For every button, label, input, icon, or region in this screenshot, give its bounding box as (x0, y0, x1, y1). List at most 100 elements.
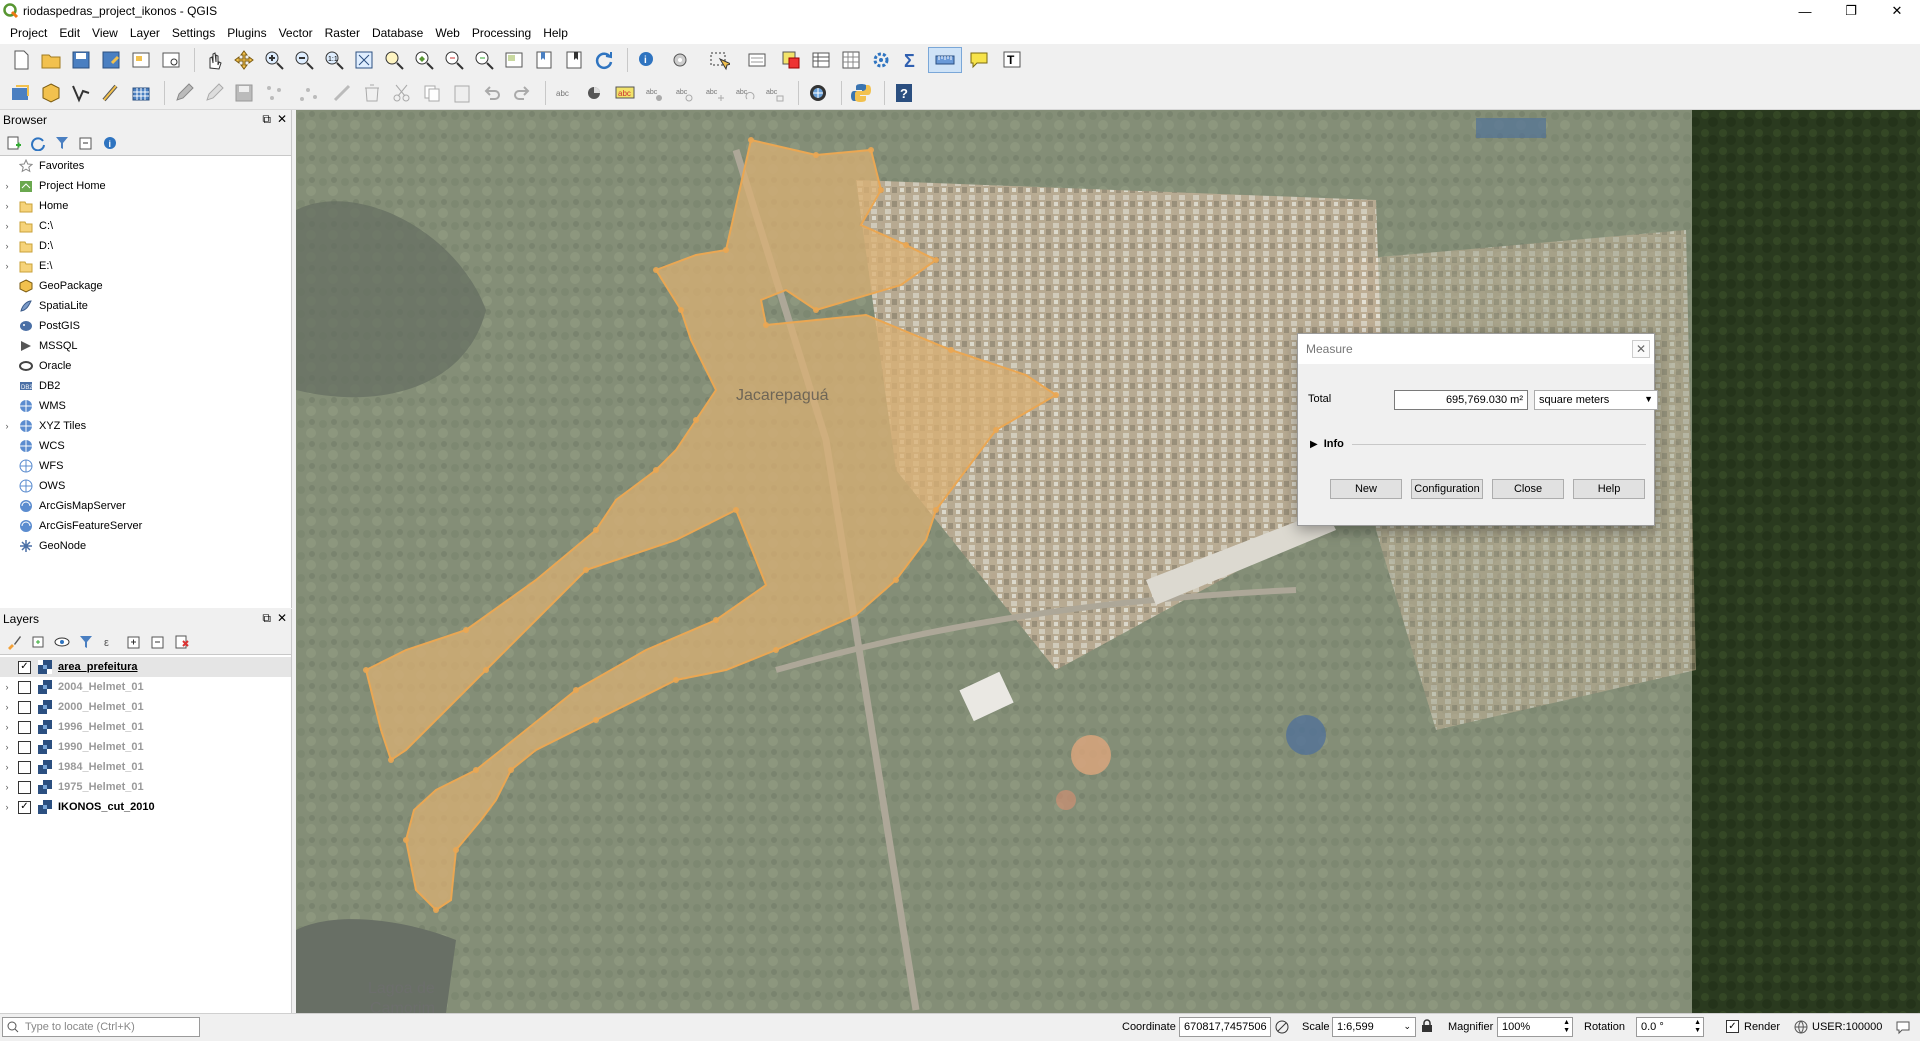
menu-edit[interactable]: Edit (53, 26, 86, 40)
redo-button[interactable] (509, 80, 535, 106)
browser-filter-button[interactable] (51, 132, 73, 154)
layer-item[interactable]: › 1984_Helmet_01 (0, 757, 291, 777)
layer-visibility-checkbox[interactable] (18, 740, 31, 754)
menu-web[interactable]: Web (429, 26, 465, 40)
expand-arrow-icon[interactable]: › (0, 682, 14, 692)
pin-label-button[interactable]: abc (642, 80, 668, 106)
maximize-button[interactable]: ❐ (1828, 0, 1874, 22)
text-annotation-button[interactable]: T (996, 47, 1030, 73)
expand-all-button[interactable] (123, 631, 145, 653)
save-as-button[interactable] (98, 47, 124, 73)
collapse-all-button[interactable] (75, 132, 97, 154)
open-project-button[interactable] (38, 47, 64, 73)
undock-icon[interactable]: ⧉ (262, 112, 271, 127)
expand-arrow-icon[interactable]: › (0, 261, 14, 271)
close-window-button[interactable]: ✕ (1874, 0, 1920, 22)
new-print-layout-button[interactable] (128, 47, 154, 73)
toggle-editing-button[interactable] (201, 80, 227, 106)
lock-icon[interactable] (1421, 1019, 1433, 1036)
measure-area-button[interactable] (928, 47, 962, 73)
cut-features-button[interactable] (389, 80, 415, 106)
select-features-button[interactable] (702, 47, 736, 73)
highlight-label-button[interactable]: abc (612, 80, 638, 106)
menu-layer[interactable]: Layer (124, 26, 166, 40)
layer-item[interactable]: ✓ area_prefeitura (0, 657, 291, 677)
remove-layer-button[interactable] (171, 631, 193, 653)
browser-item[interactable]: GeoPackage (0, 276, 291, 296)
new-bookmark-button[interactable] (531, 47, 557, 73)
python-console-button[interactable] (848, 80, 874, 106)
close-panel-icon[interactable]: ✕ (277, 112, 287, 127)
new-geopackage-layer-button[interactable] (38, 80, 64, 106)
browser-item[interactable]: › XYZ Tiles (0, 416, 291, 436)
filter-legend-button[interactable] (75, 631, 97, 653)
expand-arrow-icon[interactable]: › (0, 762, 14, 772)
pan-tool-button[interactable] (201, 47, 227, 73)
layer-visibility-checkbox[interactable] (18, 780, 31, 794)
layer-visibility-checkbox[interactable] (18, 760, 31, 774)
browser-item[interactable]: GeoNode (0, 536, 291, 556)
browser-item[interactable]: Oracle (0, 356, 291, 376)
browser-item[interactable]: Favorites (0, 156, 291, 176)
add-layer-button[interactable] (3, 132, 25, 154)
minimize-button[interactable]: — (1782, 0, 1828, 22)
browser-refresh-button[interactable] (27, 132, 49, 154)
zoom-in-button[interactable] (261, 47, 287, 73)
info-toggle[interactable]: ▶ Info (1310, 436, 1646, 452)
expand-arrow-icon[interactable]: › (0, 221, 14, 231)
new-project-button[interactable] (8, 47, 34, 73)
rotation-spinbox[interactable]: 0.0 ° ▲ ▼ (1636, 1017, 1704, 1037)
menu-processing[interactable]: Processing (466, 26, 537, 40)
collapse-all-layers-button[interactable] (147, 631, 169, 653)
expand-arrow-icon[interactable]: › (0, 181, 14, 191)
expand-arrow-icon[interactable]: › (0, 421, 14, 431)
new-button[interactable]: New (1330, 479, 1402, 499)
vertex-tool-button[interactable] (291, 80, 325, 106)
modify-attributes-button[interactable] (329, 80, 355, 106)
layer-item[interactable]: › 1975_Helmet_01 (0, 777, 291, 797)
expand-arrow-icon[interactable]: › (0, 722, 14, 732)
map-tips-button[interactable] (966, 47, 992, 73)
layout-manager-button[interactable] (158, 47, 184, 73)
zoom-native-button[interactable]: 1:1 (321, 47, 347, 73)
browser-item[interactable]: › D:\ (0, 236, 291, 256)
menu-plugins[interactable]: Plugins (221, 26, 272, 40)
browser-item[interactable]: WCS (0, 436, 291, 456)
copy-features-button[interactable] (419, 80, 445, 106)
browser-item[interactable]: ArcGisMapServer (0, 496, 291, 516)
quickmapservices-button[interactable] (805, 80, 831, 106)
current-edits-button[interactable] (171, 80, 197, 106)
browser-item[interactable]: › Project Home (0, 176, 291, 196)
unit-select[interactable]: square meters ▼ (1534, 390, 1658, 410)
browser-item[interactable]: ArcGisFeatureServer (0, 516, 291, 536)
field-calculator-button[interactable] (838, 47, 864, 73)
add-delimited-text-button[interactable] (98, 80, 124, 106)
diagram-tool-button[interactable] (582, 80, 608, 106)
undo-button[interactable] (479, 80, 505, 106)
globe-icon[interactable] (1794, 1020, 1808, 1037)
toggle-extents-icon[interactable] (1274, 1019, 1290, 1038)
menu-project[interactable]: Project (4, 26, 53, 40)
data-source-manager-button[interactable] (8, 80, 34, 106)
add-raster-layer-button[interactable] (128, 80, 154, 106)
layer-item[interactable]: › 1990_Helmet_01 (0, 737, 291, 757)
expand-arrow-icon[interactable]: › (0, 241, 14, 251)
show-bookmarks-button[interactable] (561, 47, 587, 73)
zoom-full-button[interactable] (351, 47, 377, 73)
render-checkbox[interactable]: ✓ (1726, 1020, 1739, 1033)
save-edits-button[interactable] (231, 80, 257, 106)
filter-by-expression-button[interactable]: ε (99, 631, 121, 653)
menu-help[interactable]: Help (537, 26, 574, 40)
coordinate-field[interactable]: 670817,7457506 (1179, 1017, 1271, 1037)
zoom-next-button[interactable] (471, 47, 497, 73)
paste-features-button[interactable] (449, 80, 475, 106)
pan-to-selection-button[interactable] (231, 47, 257, 73)
zoom-out-button[interactable] (291, 47, 317, 73)
undock-icon[interactable]: ⧉ (262, 611, 271, 626)
total-value-field[interactable]: 695,769.030 m² (1394, 390, 1528, 410)
layer-item[interactable]: › 2000_Helmet_01 (0, 697, 291, 717)
save-project-button[interactable] (68, 47, 94, 73)
browser-item[interactable]: MSSQL (0, 336, 291, 356)
add-feature-button[interactable] (261, 80, 287, 106)
close-button[interactable]: Close (1492, 479, 1564, 499)
